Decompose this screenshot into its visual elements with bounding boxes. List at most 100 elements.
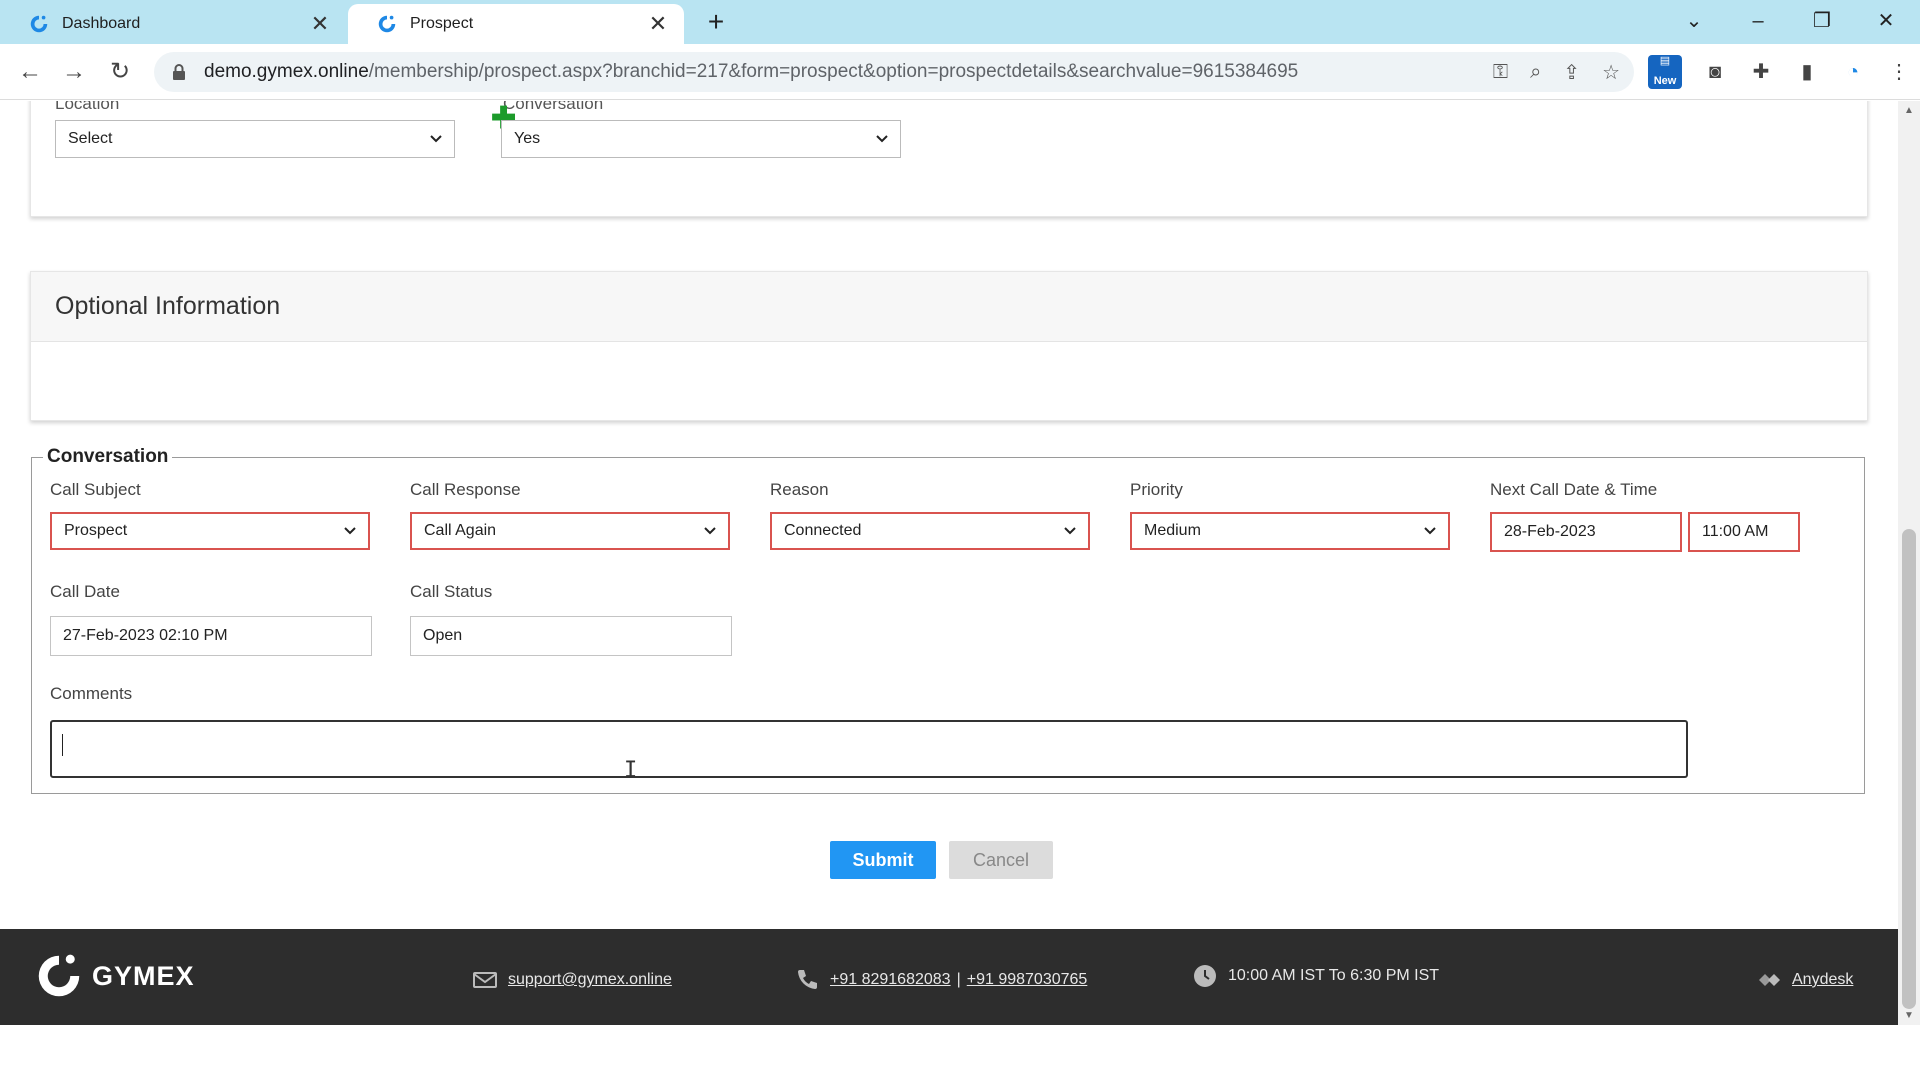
- close-window-button[interactable]: ✕: [1864, 4, 1908, 38]
- optional-information-title[interactable]: Optional Information: [31, 272, 1867, 342]
- minimize-button[interactable]: –: [1736, 4, 1780, 38]
- submit-button[interactable]: Submit: [830, 841, 936, 879]
- call-status-input[interactable]: Open: [410, 616, 732, 656]
- anydesk-link[interactable]: Anydesk: [1792, 971, 1853, 989]
- zoom-icon[interactable]: ⌕: [1530, 61, 1541, 84]
- conversation-legend: Conversation: [43, 446, 173, 468]
- extensions-puzzle-icon[interactable]: ✚: [1748, 59, 1774, 85]
- tab-search-chevron-icon[interactable]: ⌄: [1672, 4, 1716, 38]
- forward-button[interactable]: →: [58, 56, 90, 88]
- menu-kebab-icon[interactable]: ⋮: [1886, 59, 1912, 85]
- priority-label: Priority: [1130, 480, 1183, 499]
- chevron-down-icon: [876, 135, 888, 143]
- reason-select[interactable]: Connected: [770, 512, 1090, 550]
- call-response-label: Call Response: [410, 480, 521, 499]
- footer-anydesk: Anydesk: [1756, 967, 1853, 993]
- tab-prospect[interactable]: Prospect ✕: [348, 4, 684, 44]
- chevron-down-icon: [344, 527, 356, 535]
- cancel-button[interactable]: Cancel: [949, 841, 1053, 879]
- screen-capture-icon[interactable]: ◙: [1702, 59, 1728, 85]
- conversation-label: Conversation: [503, 101, 604, 113]
- share-icon[interactable]: ⇪: [1563, 60, 1580, 85]
- gymex-logo-icon: [38, 954, 80, 997]
- ibeam-cursor-icon: I: [624, 758, 638, 783]
- new-tab-button[interactable]: +: [700, 6, 732, 38]
- conversation-fieldset: Conversation Call Subject Prospect Call …: [31, 446, 1865, 794]
- call-subject-value: Prospect: [64, 522, 128, 539]
- conversation-select[interactable]: Yes: [501, 120, 901, 158]
- restore-button[interactable]: ❐: [1800, 4, 1844, 38]
- reason-value: Connected: [784, 522, 862, 539]
- url-host: demo.gymex.online: [204, 61, 369, 82]
- next-call-time-input[interactable]: 11:00 AM: [1688, 512, 1800, 552]
- location-label: Location: [55, 101, 120, 113]
- next-call-label: Next Call Date & Time: [1490, 480, 1658, 499]
- business-hours: 10:00 AM IST To 6:30 PM IST: [1228, 967, 1440, 984]
- prospect-details-card: Location Conversation Select ✚ Yes: [30, 101, 1868, 217]
- call-subject-label: Call Subject: [50, 480, 141, 499]
- optional-information-card: Optional Information: [30, 271, 1868, 421]
- anydesk-icon: [1759, 974, 1780, 986]
- chevron-down-icon: [1424, 527, 1436, 535]
- close-icon[interactable]: ✕: [646, 11, 670, 37]
- key-icon[interactable]: ⚿: [1493, 61, 1508, 84]
- support-email-link[interactable]: support@gymex.online: [508, 971, 672, 989]
- page-scrollbar[interactable]: ▲ ▼: [1898, 101, 1920, 1025]
- gymex-favicon-icon: [30, 15, 48, 33]
- phone-separator: |: [956, 971, 961, 988]
- tab-title: Dashboard: [62, 15, 141, 32]
- tab-dashboard[interactable]: Dashboard ✕: [0, 4, 346, 44]
- gymex-logo: GYMEX: [32, 949, 195, 1003]
- scroll-down-icon[interactable]: ▼: [1904, 1010, 1914, 1021]
- call-status-label: Call Status: [410, 582, 493, 601]
- call-subject-select[interactable]: Prospect: [50, 512, 370, 550]
- address-bar[interactable]: demo.gymex.online/membership/prospect.as…: [154, 52, 1634, 92]
- call-response-select[interactable]: Call Again: [410, 512, 730, 550]
- scrollbar-thumb[interactable]: [1902, 529, 1916, 1009]
- gymex-favicon-icon: [378, 15, 396, 33]
- next-call-date-value: 28-Feb-2023: [1504, 523, 1596, 540]
- url-path: /membership/prospect.aspx?branchid=217&f…: [368, 61, 1299, 82]
- priority-select[interactable]: Medium: [1130, 512, 1450, 550]
- footer-email: support@gymex.online: [472, 967, 672, 993]
- mail-icon: [473, 972, 497, 988]
- gymex-extension-icon[interactable]: ◔: [1840, 59, 1866, 85]
- site-footer: GYMEX support@gymex.online +91 829168208…: [0, 929, 1898, 1025]
- chevron-down-icon: [1064, 527, 1076, 535]
- side-panel-icon[interactable]: ▮: [1794, 59, 1820, 85]
- phone-link-2[interactable]: +91 9987030765: [967, 971, 1088, 989]
- next-call-time-value: 11:00 AM: [1702, 523, 1769, 540]
- next-call-date-input[interactable]: 28-Feb-2023: [1490, 512, 1682, 552]
- text-caret: [62, 734, 63, 756]
- footer-hours: 10:00 AM IST To 6:30 PM IST: [1192, 963, 1439, 989]
- browser-tabstrip: Dashboard ✕ Prospect ✕ + ⌄ – ❐ ✕: [0, 0, 1920, 44]
- call-date-input[interactable]: 27-Feb-2023 02:10 PM: [50, 616, 372, 656]
- comments-textarea[interactable]: I: [50, 720, 1688, 783]
- lock-icon: [173, 64, 185, 80]
- chevron-down-icon: [704, 527, 716, 535]
- phone-icon: [798, 970, 817, 989]
- comments-label: Comments: [50, 684, 133, 703]
- back-button[interactable]: ←: [14, 56, 46, 88]
- footer-phone: +91 8291682083 | +91 9987030765: [794, 967, 1087, 993]
- reason-label: Reason: [770, 480, 829, 499]
- call-date-value: 27-Feb-2023 02:10 PM: [63, 627, 228, 644]
- new-extension-icon[interactable]: ▤ New: [1648, 55, 1682, 89]
- call-response-value: Call Again: [424, 522, 497, 539]
- conversation-select-value: Yes: [514, 130, 541, 147]
- tab-title: Prospect: [410, 15, 474, 32]
- location-select-value: Select: [68, 130, 113, 147]
- close-icon[interactable]: ✕: [308, 11, 332, 37]
- phone-link-1[interactable]: +91 8291682083: [830, 971, 951, 989]
- brand-name: GYMEX: [92, 960, 195, 991]
- scroll-up-icon[interactable]: ▲: [1904, 105, 1914, 116]
- call-status-value: Open: [423, 627, 463, 644]
- call-date-label: Call Date: [50, 582, 120, 601]
- star-icon[interactable]: ☆: [1602, 60, 1620, 85]
- clock-icon: [1194, 965, 1216, 987]
- priority-value: Medium: [1144, 522, 1201, 539]
- location-select[interactable]: Select: [55, 120, 455, 158]
- reload-button[interactable]: ↻: [104, 56, 136, 88]
- page-content: Location Conversation Select ✚ Yes Optio…: [0, 101, 1898, 1025]
- browser-toolbar: ← → ↻ demo.gymex.online/membership/prosp…: [0, 44, 1920, 100]
